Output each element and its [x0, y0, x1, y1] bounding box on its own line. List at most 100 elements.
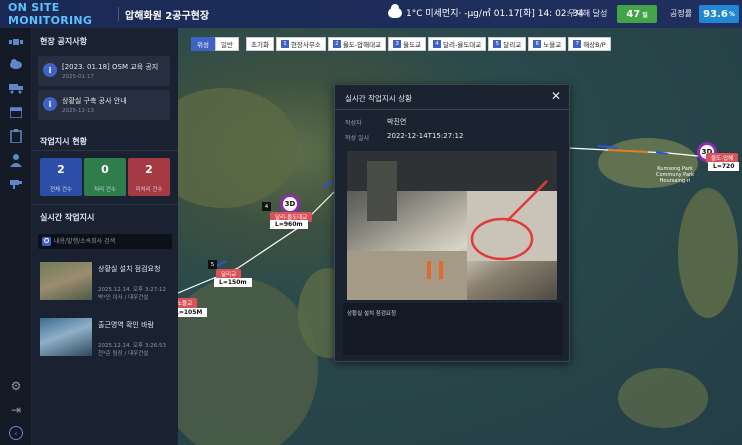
- search-input[interactable]: [54, 235, 169, 248]
- notice-item[interactable]: i [2023. 01.18] OSM 교육 공지 2025-01-17: [38, 56, 170, 86]
- date-value: 2022-12-14T15:27:12: [387, 132, 464, 140]
- logout-icon[interactable]: ⇥: [8, 402, 24, 418]
- notice-section-title: 현장 공지사항: [40, 37, 87, 46]
- zone-num: 2: [332, 40, 341, 48]
- icon-rail: ⚙ ⇥ ‹: [0, 28, 32, 445]
- place-name: Kumsong Park Communy Park Hoursaing-ri: [656, 166, 694, 184]
- reset-label: 초기화: [251, 41, 269, 49]
- zone-num: 4: [433, 40, 442, 48]
- bridge-tag: 5: [208, 260, 217, 269]
- notice-item[interactable]: i 상황실 구축 공사 안내 2025-12-13: [38, 90, 170, 120]
- progress-label: 공정률: [670, 9, 693, 18]
- site-photo-drawing: [347, 151, 557, 300]
- weather-info: 1°C 미세먼지· -μg/㎥ 01.17[화] 14: 02: 34: [388, 3, 584, 19]
- work-item[interactable]: 출근명역 확인 바람 2025.12.14. 오후 3:26:53 천*준 팀장…: [38, 318, 172, 362]
- progress-badge: 93.6%: [699, 5, 739, 23]
- zone-label: 달리-율도대교: [443, 41, 482, 49]
- tab-normal[interactable]: 일반: [214, 37, 239, 51]
- realtime-section-title: 실시간 작업지시: [40, 213, 95, 222]
- accident-free-label: 무재해 달성: [568, 9, 608, 18]
- bridge-length: L=150m: [214, 278, 252, 287]
- work-title: 상황실 설치 점검요청: [98, 265, 161, 273]
- zone-num: 3: [393, 40, 402, 48]
- zone-num: 6: [533, 40, 542, 48]
- stat-total[interactable]: 2 전체 건수: [40, 158, 82, 196]
- notice-title: [2023. 01.18] OSM 교육 공지: [62, 63, 159, 71]
- work-thumbnail: [40, 262, 92, 300]
- search-icon[interactable]: [42, 237, 51, 246]
- work-item[interactable]: 상황실 설치 점검요청 2025.12.14. 오후 3:27:12 박*인 이…: [38, 262, 172, 306]
- gear-icon[interactable]: ⚙: [8, 378, 24, 394]
- zone-bar: 초기화 1 현장사무소 2 율도-압해대교 3 율도교 4 달리-율도대교 5 달리교 6…: [246, 37, 611, 51]
- notice-date: 2025-12-13: [62, 108, 94, 114]
- weather-cloud-icon[interactable]: [8, 56, 24, 72]
- zone-label: 현장사무소: [290, 41, 321, 49]
- cctv-icon[interactable]: [8, 176, 24, 192]
- brand-logo[interactable]: ON SITE MONITORING: [0, 1, 118, 27]
- stat-pending-label: 미처리 건수: [135, 187, 163, 193]
- modal-divider: [335, 109, 569, 110]
- stat-total-label: 전체 건수: [50, 187, 72, 193]
- worker-icon[interactable]: [8, 152, 24, 168]
- truck-icon[interactable]: [8, 80, 24, 96]
- work-status-title: 작업지시 현황: [40, 137, 87, 146]
- collapse-icon[interactable]: ‹: [9, 426, 23, 440]
- section-divider: [32, 150, 178, 151]
- side-panel: 현장 공지사항 i [2023. 01.18] OSM 교육 공지 2025-0…: [32, 28, 178, 445]
- work-author: 박*인 이사 / 대우건설: [98, 295, 149, 301]
- notice-date: 2025-01-17: [62, 74, 94, 80]
- zone-button-1[interactable]: 1 현장사무소: [275, 37, 326, 51]
- accident-free-badge: 47 일: [617, 5, 657, 23]
- zone-button-7[interactable]: 7 해상B/P: [568, 37, 611, 51]
- modal-title: 실시간 작업지시 상황: [345, 94, 412, 103]
- map-type-tabs: 위성 일반: [191, 37, 239, 51]
- zone-label: 율도교: [403, 41, 422, 49]
- zone-button-5[interactable]: 5 달리교: [488, 37, 527, 51]
- work-date: 2025.12.14. 오후 3:27:12: [98, 287, 167, 293]
- close-icon[interactable]: ✕: [551, 89, 561, 103]
- 3d-view-pin[interactable]: 3D: [280, 194, 300, 214]
- zone-button-4[interactable]: 4 달리-율도대교: [428, 37, 487, 51]
- work-title: 출근명역 확인 바람: [98, 321, 154, 329]
- stat-done-value: 0: [101, 163, 109, 176]
- zone-num: 1: [280, 40, 289, 48]
- zone-label: 달리교: [503, 41, 522, 49]
- work-thumbnail: [40, 318, 92, 356]
- stat-done[interactable]: 0 처리 건수: [84, 158, 126, 196]
- stat-done-label: 처리 건수: [94, 187, 116, 193]
- calendar-icon[interactable]: [8, 104, 24, 120]
- modal-description: 상황실 설치 점검요청: [347, 311, 397, 317]
- accident-free-value: 47: [626, 8, 641, 20]
- zone-button-2[interactable]: 2 율도-압해대교: [327, 37, 387, 51]
- work-author: 천*준 팀장 / 대우건설: [98, 351, 149, 357]
- bridge-tag: 4: [262, 202, 271, 211]
- author-label: 작성자: [345, 120, 362, 127]
- site-name: 압해화원 2공구현장: [125, 10, 210, 22]
- site-photo[interactable]: [347, 151, 557, 300]
- stat-pending-value: 2: [145, 163, 153, 176]
- bridge-length: L=720: [708, 162, 740, 171]
- progress-unit: %: [728, 10, 735, 18]
- zone-label: 해상B/P: [583, 41, 606, 49]
- bridge-length: L=960m: [270, 220, 308, 229]
- date-label: 작성 일시: [345, 135, 369, 142]
- zone-label: 노을교: [543, 41, 562, 49]
- info-icon: i: [43, 63, 57, 77]
- section-divider: [32, 204, 178, 205]
- stat-pending[interactable]: 2 미처리 건수: [128, 158, 170, 196]
- tab-satellite[interactable]: 위성: [191, 37, 215, 51]
- cloud-icon: [388, 3, 402, 18]
- stat-total-value: 2: [57, 163, 65, 176]
- zone-label: 율도-압해대교: [342, 41, 382, 49]
- reset-button[interactable]: 초기화: [246, 37, 274, 51]
- clipboard-icon[interactable]: [8, 128, 24, 144]
- zone-num: 5: [493, 40, 502, 48]
- author-value: 박진연: [387, 118, 407, 126]
- bridge-name[interactable]: 노을교: [178, 298, 198, 308]
- satellite-icon[interactable]: [8, 34, 24, 50]
- zone-button-3[interactable]: 3 율도교: [388, 37, 427, 51]
- zone-button-6[interactable]: 6 노을교: [528, 37, 567, 51]
- work-search: [38, 234, 172, 249]
- work-order-modal: 실시간 작업지시 상황 ✕ 작성자 박진연 작성 일시 2022-12-14T1…: [334, 84, 570, 362]
- bridge-length: L=105M: [178, 308, 208, 317]
